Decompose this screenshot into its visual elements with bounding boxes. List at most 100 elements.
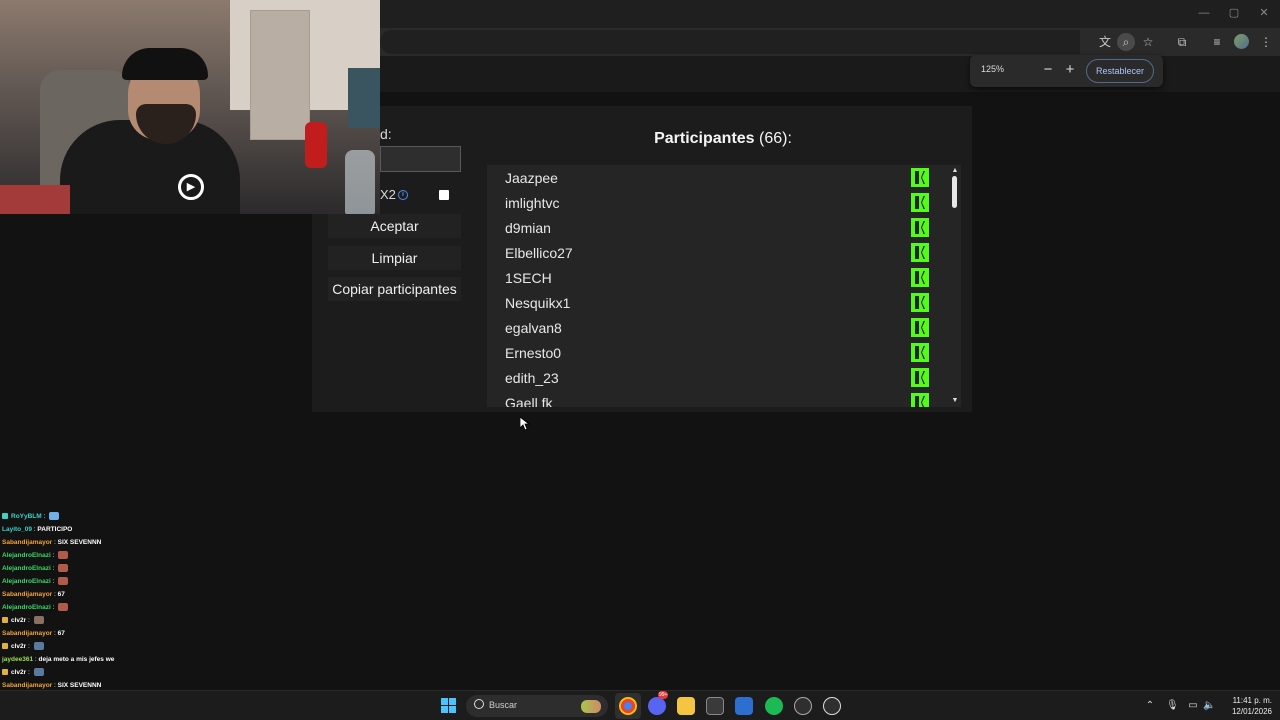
x2-label: X2	[380, 187, 396, 202]
zoom-icon[interactable]: ⌕	[1117, 33, 1135, 51]
chat-username: Layito_09	[2, 526, 32, 533]
clear-button[interactable]: Limpiar	[328, 246, 461, 270]
chat-username: Sabandijamayor	[2, 682, 53, 689]
kick-icon	[911, 218, 929, 237]
profile-avatar[interactable]	[1234, 34, 1249, 49]
chat-emote-icon	[33, 616, 44, 625]
chat-badge-icon	[2, 643, 8, 650]
chat-username: Sabandijamayor	[2, 591, 53, 598]
network-icon[interactable]: ▭	[1187, 700, 1199, 712]
tray-expand-icon[interactable]: ⌃	[1144, 700, 1156, 712]
chat-text: SIX SEVENNN	[57, 682, 102, 689]
kick-icon	[911, 268, 929, 287]
webcam-microphone	[305, 122, 327, 168]
chat-message: clv2r :	[2, 666, 44, 679]
participant-name: Nesquikx1	[505, 295, 571, 311]
zoom-in-button[interactable]: +	[1060, 60, 1080, 80]
extensions-icon[interactable]: ⧉	[1173, 33, 1191, 51]
chat-separator: :	[41, 513, 48, 520]
chat-username: AlejandroElnazi	[2, 552, 51, 559]
file-explorer-icon[interactable]	[677, 697, 695, 715]
chrome-icon[interactable]	[619, 697, 637, 715]
obs-icon[interactable]	[823, 697, 841, 715]
mail-icon[interactable]	[735, 697, 753, 715]
chat-separator: :	[50, 578, 57, 585]
participants-list[interactable]: Jaazpee imlightvc d9mian Elbellico27 1SECH Ne…	[487, 165, 961, 407]
clock-date: 12/01/2026	[1231, 707, 1272, 716]
webcam-overlay: ▶	[0, 0, 380, 214]
participant-row: Nesquikx1	[487, 290, 929, 315]
minimize-icon[interactable]: —	[1196, 6, 1212, 20]
windows-taskbar: Buscar 99+ ⌃ 🎙 ▭ 🔈 11:41 p. m. 12/01/202…	[0, 690, 1280, 720]
close-icon[interactable]: ✕	[1256, 6, 1272, 20]
participant-name: imlightvc	[505, 195, 560, 211]
participant-row: edith_23	[487, 365, 929, 390]
chat-text: deja meto a mis jefes we	[38, 656, 115, 663]
screen: — ▢ ✕ 文 ⌕ ☆ ⧉ ≡ ⋮ 125% − + Restablecer d…	[0, 0, 1280, 720]
webcam-monitor	[348, 68, 380, 128]
participants-title: Participantes (66):	[500, 130, 946, 148]
address-bar[interactable]	[380, 30, 1080, 54]
chat-message: Layito_09 : PARTICIPO	[2, 523, 72, 536]
participant-row: Gaell fk	[487, 390, 929, 407]
chat-separator: :	[26, 643, 32, 650]
chat-emote-icon	[33, 668, 44, 677]
scrollbar-thumb[interactable]	[952, 176, 957, 208]
discord-notification-badge: 99+	[658, 691, 669, 699]
discord-icon[interactable]: 99+	[648, 691, 669, 715]
volume-icon[interactable]: 🔈	[1203, 700, 1215, 712]
chat-emote-icon	[58, 564, 69, 573]
chat-message: AlejandroElnazi :	[2, 601, 69, 614]
participant-row: egalvan8	[487, 315, 929, 340]
kick-icon	[911, 318, 929, 337]
scroll-up-arrow-icon[interactable]: ▲	[950, 167, 960, 175]
chat-text: SIX SEVENNN	[57, 539, 102, 546]
kick-icon	[911, 368, 929, 387]
kick-icon	[911, 393, 929, 407]
store-icon[interactable]	[706, 697, 724, 715]
search-icon	[474, 699, 484, 709]
kick-icon	[911, 293, 929, 312]
keyword-input[interactable]	[380, 146, 461, 172]
chat-message: Sabandijamayor : 67	[2, 588, 65, 601]
participant-name: Ernesto0	[505, 345, 562, 361]
participant-row: d9mian	[487, 215, 929, 240]
participant-row: Ernesto0	[487, 340, 929, 365]
chat-username: clv2r	[11, 643, 27, 650]
participants-count: (66):	[759, 130, 792, 147]
stream-logo-icon: ▶	[178, 174, 204, 200]
chat-message: Sabandijamayor : 67	[2, 627, 65, 640]
menu-kebab-icon[interactable]: ⋮	[1257, 33, 1275, 51]
chat-separator: :	[50, 565, 57, 572]
chat-username: Sabandijamayor	[2, 630, 53, 637]
chat-emote-icon	[58, 577, 69, 586]
webcam-door	[250, 10, 310, 140]
taskbar-search[interactable]: Buscar	[466, 695, 608, 717]
scroll-down-arrow-icon[interactable]: ▼	[950, 397, 960, 405]
x2-checkbox[interactable]	[439, 190, 449, 200]
chat-emote-icon	[49, 512, 60, 521]
chat-message: RoYyBLM :	[2, 510, 60, 523]
microphone-icon[interactable]: 🎙	[1166, 700, 1179, 712]
maximize-icon[interactable]: ▢	[1226, 6, 1242, 20]
accept-button[interactable]: Aceptar	[328, 214, 461, 238]
participant-name: Elbellico27	[505, 245, 573, 261]
bookmark-star-icon[interactable]: ☆	[1139, 33, 1157, 51]
zoom-reset-button[interactable]: Restablecer	[1086, 59, 1154, 83]
chat-emote-icon	[58, 551, 69, 560]
taskbar-search-placeholder: Buscar	[489, 700, 518, 710]
media-controls-icon[interactable]: ≡	[1208, 33, 1226, 51]
translate-icon[interactable]: 文	[1096, 33, 1114, 51]
info-icon[interactable]: i	[398, 190, 408, 200]
chat-message: clv2r :	[2, 640, 44, 653]
participant-row: Elbellico27	[487, 240, 929, 265]
chat-badge-icon	[2, 513, 8, 520]
chat-username: clv2r	[11, 617, 27, 624]
spotify-icon[interactable]	[765, 697, 783, 715]
copy-participants-button[interactable]: Copiar participantes	[328, 277, 461, 301]
chat-message: AlejandroElnazi :	[2, 562, 69, 575]
windows-start-icon[interactable]	[441, 698, 456, 713]
chat-text: 67	[57, 630, 65, 637]
zoom-out-button[interactable]: −	[1038, 60, 1058, 80]
app-circle-icon[interactable]	[794, 697, 812, 715]
